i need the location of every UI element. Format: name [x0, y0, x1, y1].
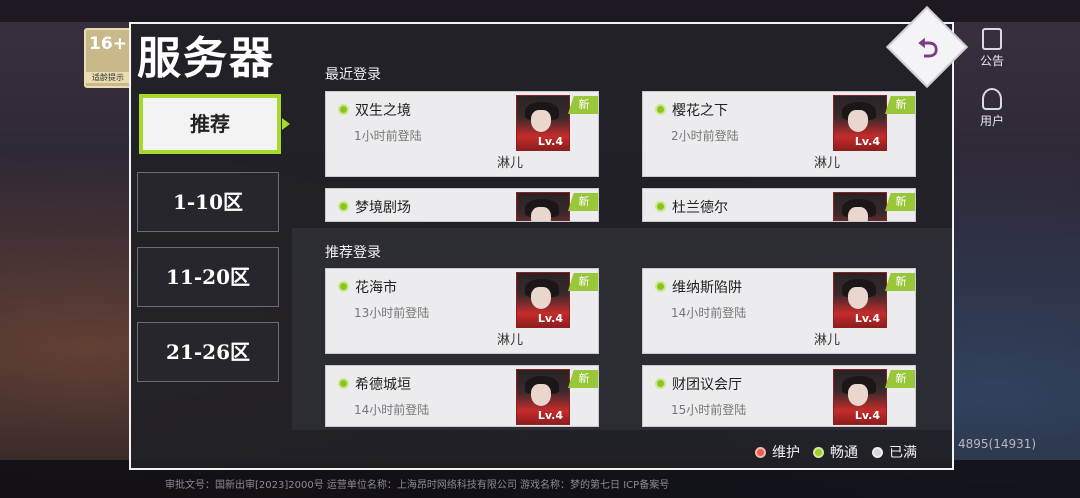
server-card[interactable]: 双生之境 1小时前登陆 淋儿 Lv.4 新	[325, 91, 599, 177]
notice-icon	[982, 28, 1002, 50]
login-time: 13小时前登陆	[354, 306, 430, 320]
server-name: 花海市	[355, 280, 397, 296]
player-name: 淋儿	[497, 156, 524, 171]
notice-label: 公告	[979, 54, 1004, 68]
server-card[interactable]: 梦境剧场 新	[325, 188, 599, 222]
new-badge: 新	[568, 370, 598, 388]
level-label: Lv.4	[537, 409, 563, 422]
user-label: 用户	[979, 114, 1004, 128]
level-label: Lv.4	[854, 135, 880, 148]
player-name: 淋儿	[814, 156, 841, 171]
maintenance-dot-icon	[755, 447, 766, 458]
login-time: 1小时前登陆	[354, 129, 422, 143]
avatar: Lv.4	[833, 95, 887, 151]
avatar: Lv.4	[516, 272, 570, 328]
login-time: 15小时前登陆	[671, 403, 747, 417]
level-label: Lv.4	[537, 312, 563, 325]
tab-recommend[interactable]: 推荐	[139, 94, 281, 154]
server-card[interactable]: 花海市 13小时前登陆 淋儿 Lv.4 新	[325, 268, 599, 354]
user-icon	[982, 88, 1002, 110]
legend-label: 已满	[889, 445, 917, 461]
new-badge: 新	[885, 96, 915, 114]
panel-title: 服务器	[137, 33, 275, 84]
back-arrow-icon[interactable]: ⮌	[908, 30, 948, 68]
new-badge: 新	[885, 273, 915, 291]
server-name: 维纳斯陷阱	[672, 280, 742, 296]
avatar: Lv.4	[516, 369, 570, 425]
server-name: 希德城垣	[355, 377, 411, 393]
tab-11-20[interactable]: 11-20区	[137, 247, 279, 307]
login-time: 14小时前登陆	[671, 306, 747, 320]
legend-label: 畅通	[830, 445, 858, 461]
status-dot-icon	[338, 201, 349, 212]
tab-21-26[interactable]: 21-26区	[137, 322, 279, 382]
level-label: Lv.4	[854, 409, 880, 422]
smooth-dot-icon	[813, 447, 824, 458]
server-card[interactable]: 希德城垣 14小时前登陆 Lv.4 新	[325, 365, 599, 427]
version-label: 4895(14931)	[958, 437, 1037, 451]
status-dot-icon	[655, 378, 666, 389]
legend-maintenance: 维护	[755, 442, 800, 462]
avatar: Lv.4	[516, 95, 570, 151]
server-name: 财团议会厅	[672, 377, 742, 393]
status-dot-icon	[655, 281, 666, 292]
new-badge: 新	[885, 370, 915, 388]
legend-smooth: 畅通	[813, 442, 858, 462]
login-time: 14小时前登陆	[354, 403, 430, 417]
status-dot-icon	[338, 378, 349, 389]
status-dot-icon	[338, 281, 349, 292]
login-time: 2小时前登陆	[671, 129, 739, 143]
age-rating-number: 16+	[89, 34, 127, 54]
server-name: 双生之境	[355, 103, 411, 119]
status-dot-icon	[655, 201, 666, 212]
server-card[interactable]: 维纳斯陷阱 14小时前登陆 淋儿 Lv.4 新	[642, 268, 916, 354]
recommend-section-title: 推荐登录	[325, 245, 381, 261]
legend-label: 维护	[772, 445, 800, 461]
status-dot-icon	[338, 104, 349, 115]
server-name: 杜兰德尔	[672, 200, 728, 216]
player-name: 淋儿	[814, 333, 841, 348]
player-name: 淋儿	[497, 333, 524, 348]
status-dot-icon	[655, 104, 666, 115]
footer-text: 审批文号：国新出审[2023]2000号 运营单位名称：上海昂时网络科技有限公司…	[165, 480, 670, 491]
new-badge: 新	[568, 193, 598, 211]
age-rating-text: 适龄提示	[86, 72, 130, 83]
user-button[interactable]: 用户	[972, 88, 1012, 129]
avatar: Lv.4	[833, 272, 887, 328]
level-label: Lv.4	[854, 312, 880, 325]
server-card[interactable]: 财团议会厅 15小时前登陆 Lv.4 新	[642, 365, 916, 427]
new-badge: 新	[568, 96, 598, 114]
new-badge: 新	[568, 273, 598, 291]
tab-1-10[interactable]: 1-10区	[137, 172, 279, 232]
avatar	[833, 192, 887, 221]
server-name: 樱花之下	[672, 103, 728, 119]
avatar: Lv.4	[833, 369, 887, 425]
legend-full: 已满	[872, 442, 917, 462]
recent-section-title: 最近登录	[325, 67, 381, 83]
active-tab-arrow-icon	[282, 118, 290, 130]
level-label: Lv.4	[537, 135, 563, 148]
avatar	[516, 192, 570, 221]
server-name: 梦境剧场	[355, 200, 411, 216]
server-card[interactable]: 樱花之下 2小时前登陆 淋儿 Lv.4 新	[642, 91, 916, 177]
server-card[interactable]: 杜兰德尔 新	[642, 188, 916, 222]
age-rating-badge: 16+ 适龄提示	[84, 28, 132, 88]
new-badge: 新	[885, 193, 915, 211]
notice-button[interactable]: 公告	[972, 28, 1012, 69]
full-dot-icon	[872, 447, 883, 458]
